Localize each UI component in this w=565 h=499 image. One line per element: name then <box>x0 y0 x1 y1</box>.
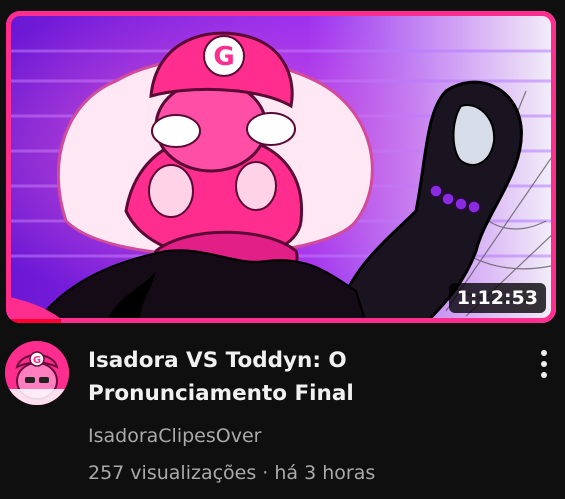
menu-dot <box>541 361 547 367</box>
video-title[interactable]: Isadora VS Toddyn: O Pronunciamento Fina… <box>88 344 508 410</box>
thumbnail-artwork: G <box>6 11 556 323</box>
stats-separator: · <box>262 462 269 484</box>
channel-avatar[interactable]: G <box>5 341 69 405</box>
avatar-image: G <box>5 341 69 405</box>
cap-logo-letter: G <box>213 42 234 72</box>
video-title-line-2: Pronunciamento Final <box>88 381 354 406</box>
duration-badge: 1:12:53 <box>448 283 546 313</box>
video-stats: 257 visualizações · há 3 horas <box>88 461 508 485</box>
upload-age: há 3 horas <box>274 462 376 484</box>
video-thumbnail[interactable]: G 1:12:53 <box>6 11 556 323</box>
video-metadata: Isadora VS Toddyn: O Pronunciamento Fina… <box>88 341 508 485</box>
menu-dot <box>541 350 547 356</box>
more-vert-icon[interactable] <box>530 346 558 382</box>
video-title-line-1: Isadora VS Toddyn: O <box>88 348 347 373</box>
watch-progress-bar <box>6 319 61 323</box>
video-card: G 1:12:53 G Isadora VS Toddyn: O Pronunc… <box>0 0 565 499</box>
avatar-letter: G <box>33 355 41 366</box>
view-count: 257 visualizações <box>88 462 257 484</box>
menu-dot <box>541 372 547 378</box>
channel-name[interactable]: IsadoraClipesOver <box>88 424 508 448</box>
